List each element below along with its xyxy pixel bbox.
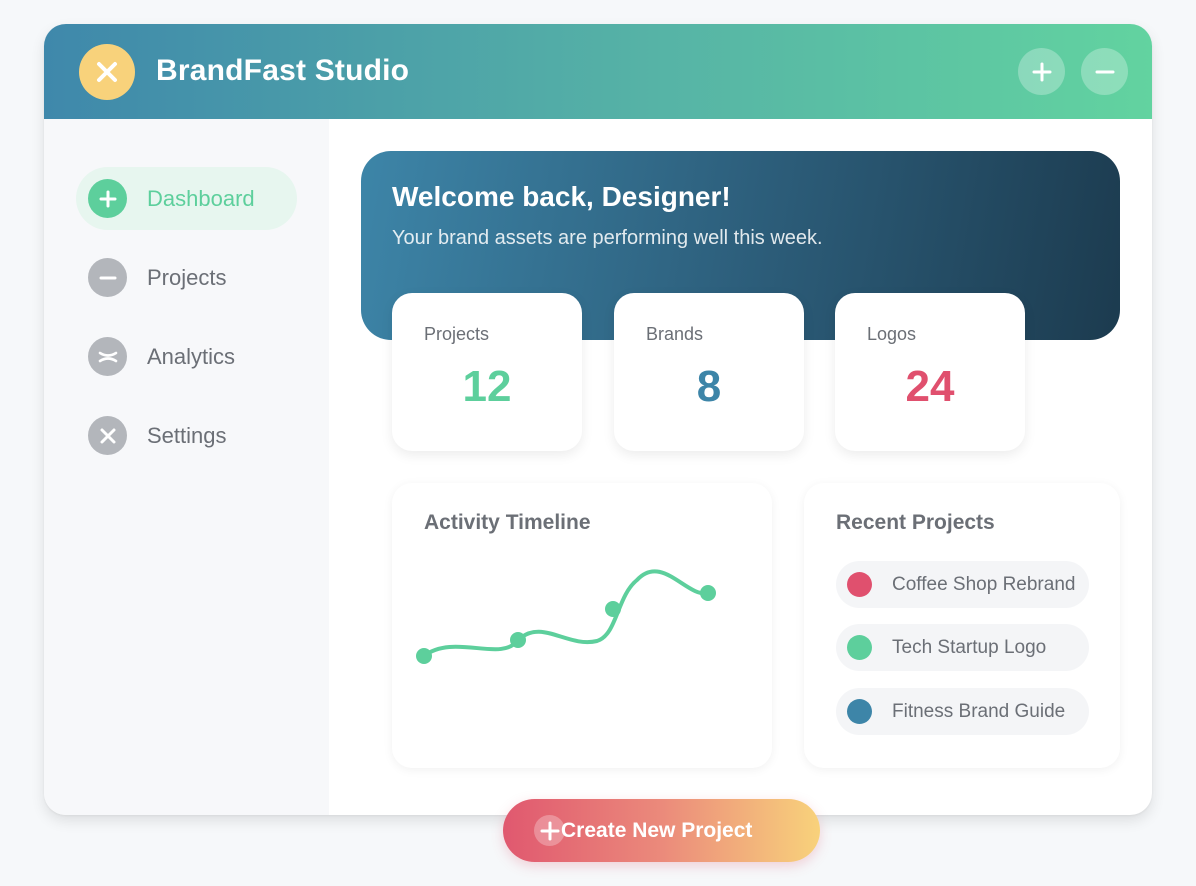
stat-label: Projects xyxy=(424,324,490,344)
sidebar: Dashboard Projects Analytics Settings xyxy=(44,119,329,815)
sidebar-item-label: Analytics xyxy=(147,343,236,369)
stat-card-brands[interactable]: Brands 8 xyxy=(614,293,804,451)
status-dot xyxy=(847,635,872,660)
sidebar-item-label: Projects xyxy=(147,264,227,290)
plus-icon xyxy=(88,179,127,218)
create-new-project-label: Create New Project xyxy=(561,819,753,842)
recent-project-item[interactable]: Coffee Shop Rebrand xyxy=(836,561,1089,608)
minimize-button[interactable] xyxy=(1081,48,1128,95)
plus-icon xyxy=(1032,62,1051,81)
app-logo xyxy=(79,44,135,100)
title-bar: BrandFast Studio xyxy=(44,24,1152,119)
activity-timeline-panel: Activity Timeline xyxy=(392,483,772,768)
welcome-subtitle: Your brand assets are performing well th… xyxy=(392,227,823,249)
minus-icon xyxy=(1095,70,1114,73)
scissors-icon xyxy=(88,337,127,376)
minus-icon xyxy=(88,258,127,297)
stat-value: 8 xyxy=(696,362,722,411)
add-button[interactable] xyxy=(1018,48,1065,95)
welcome-title: Welcome back, Designer! xyxy=(392,181,731,212)
sidebar-item-dashboard[interactable]: Dashboard xyxy=(76,167,297,230)
recent-projects-panel: Recent Projects Coffee Shop Rebrand Tech… xyxy=(804,483,1120,768)
activity-point[interactable] xyxy=(700,585,716,601)
sidebar-item-label: Settings xyxy=(147,422,227,448)
recent-project-label: Coffee Shop Rebrand xyxy=(892,573,1076,595)
stat-card-logos[interactable]: Logos 24 xyxy=(835,293,1025,451)
stat-value: 24 xyxy=(905,362,955,411)
stat-label: Brands xyxy=(646,324,704,344)
close-icon xyxy=(88,416,127,455)
activity-line xyxy=(422,569,710,658)
status-dot xyxy=(847,572,872,597)
status-dot xyxy=(847,699,872,724)
create-new-project-button[interactable]: Create New Project xyxy=(503,799,820,862)
sidebar-item-analytics[interactable]: Analytics xyxy=(76,325,297,388)
sidebar-item-projects[interactable]: Projects xyxy=(76,246,297,309)
close-icon xyxy=(97,62,117,82)
stat-card-projects[interactable]: Projects 12 xyxy=(392,293,582,451)
recent-project-label: Fitness Brand Guide xyxy=(892,700,1066,722)
activity-point[interactable] xyxy=(510,632,526,648)
recent-project-item[interactable]: Tech Startup Logo xyxy=(836,624,1089,671)
app-window: BrandFast Studio Dashboard Projects Anal… xyxy=(44,24,1152,815)
sidebar-item-label: Dashboard xyxy=(147,185,255,211)
sidebar-item-settings[interactable]: Settings xyxy=(76,404,297,467)
recent-project-label: Tech Startup Logo xyxy=(892,636,1047,658)
recent-project-item[interactable]: Fitness Brand Guide xyxy=(836,688,1089,735)
stat-value: 12 xyxy=(462,362,512,411)
activity-point[interactable] xyxy=(605,601,621,617)
stat-label: Logos xyxy=(867,324,917,344)
activity-sparkline xyxy=(416,569,716,664)
app-title: BrandFast Studio xyxy=(156,54,410,87)
activity-point[interactable] xyxy=(416,648,432,664)
panel-title: Recent Projects xyxy=(836,511,995,534)
